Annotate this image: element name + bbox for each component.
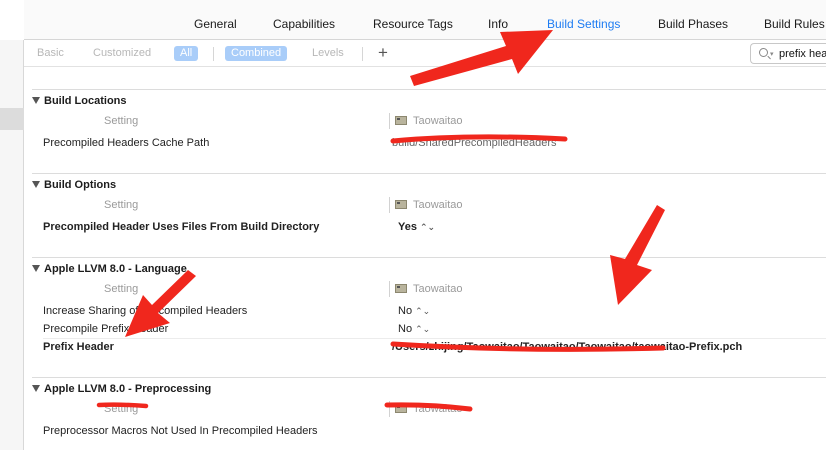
column-divider	[389, 197, 390, 213]
setting-row-value[interactable]: Yes ⌃⌄	[398, 221, 435, 233]
column-divider	[389, 113, 390, 129]
setting-row-value[interactable]: No ⌃⌄	[398, 323, 430, 335]
target-icon	[395, 284, 407, 293]
section-llvm-language[interactable]: Apple LLVM 8.0 - Language	[32, 263, 187, 275]
tab-info[interactable]: Info	[488, 17, 508, 31]
target-column-header: Taowaitao	[395, 403, 463, 415]
setting-row-label[interactable]: Increase Sharing of Precompiled Headers	[43, 305, 247, 317]
chevron-down-icon: ▾	[770, 51, 774, 58]
setting-column-header: Setting	[104, 199, 139, 211]
setting-row-label[interactable]: Preprocessor Macros Not Used In Precompi…	[43, 425, 318, 437]
magnifier-icon	[759, 48, 768, 57]
setting-row-label[interactable]: Precompiled Headers Cache Path	[43, 137, 209, 149]
setting-row-label[interactable]: Precompile Prefix Header	[43, 323, 168, 335]
target-icon	[395, 404, 407, 413]
section-title: Apple LLVM 8.0 - Language	[44, 263, 187, 275]
column-divider	[389, 401, 390, 417]
target-column-header: Taowaitao	[395, 199, 463, 211]
section-title: Build Locations	[44, 95, 127, 107]
column-divider	[389, 281, 390, 297]
tab-resource-tags[interactable]: Resource Tags	[373, 17, 453, 31]
row-divider	[43, 338, 826, 339]
section-title: Build Options	[44, 179, 117, 191]
target-icon	[395, 116, 407, 125]
up-down-stepper-icon[interactable]: ⌃⌄	[415, 324, 430, 334]
up-down-stepper-icon[interactable]: ⌃⌄	[415, 306, 430, 316]
section-title: Apple LLVM 8.0 - Preprocessing	[44, 383, 212, 395]
search-field[interactable]: ▾ prefix hea	[750, 43, 826, 64]
target-column-header: Taowaitao	[395, 115, 463, 127]
combined-button[interactable]: Combined	[225, 46, 288, 61]
section-llvm-preprocessing[interactable]: Apple LLVM 8.0 - Preprocessing	[32, 383, 211, 395]
editor-tab-bar: General Capabilities Resource Tags Info …	[24, 0, 826, 40]
target-icon	[395, 200, 407, 209]
setting-column-header: Setting	[104, 403, 139, 415]
setting-row-label[interactable]: Precompiled Header Uses Files From Build…	[43, 221, 319, 233]
levels-button[interactable]: Levels	[312, 46, 344, 61]
target-name: Taowaitao	[413, 115, 463, 127]
setting-value-text: Yes	[398, 221, 417, 233]
setting-row-value[interactable]: /Users/zhijing/Taowaitao/Taowaitao/Taowa…	[392, 341, 742, 353]
section-build-options[interactable]: Build Options	[32, 179, 116, 191]
setting-column-header: Setting	[104, 283, 139, 295]
navigator-column	[0, 40, 24, 450]
target-name: Taowaitao	[413, 403, 463, 415]
setting-column-header: Setting	[104, 115, 139, 127]
section-divider	[32, 173, 826, 174]
target-name: Taowaitao	[413, 199, 463, 211]
all-button[interactable]: All	[174, 46, 199, 61]
build-settings-list: Build Locations Setting Taowaitao Precom…	[24, 67, 826, 450]
disclosure-triangle-icon[interactable]	[32, 181, 40, 188]
add-setting-button[interactable]: +	[378, 43, 388, 63]
setting-row-value[interactable]: No ⌃⌄	[398, 305, 430, 317]
tab-capabilities[interactable]: Capabilities	[273, 17, 335, 31]
basic-button[interactable]: Basic	[37, 46, 64, 61]
tab-build-settings[interactable]: Build Settings	[547, 17, 620, 31]
search-input-value[interactable]: prefix hea	[779, 48, 826, 60]
setting-value-text: No	[398, 323, 413, 335]
disclosure-triangle-icon[interactable]	[32, 265, 40, 272]
tab-build-rules[interactable]: Build Rules	[764, 17, 825, 31]
tab-general[interactable]: General	[194, 17, 237, 31]
filter-divider	[213, 47, 214, 61]
filter-divider	[362, 47, 363, 61]
disclosure-triangle-icon[interactable]	[32, 97, 40, 104]
disclosure-triangle-icon[interactable]	[32, 385, 40, 392]
settings-filter-bar: Basic Customized All Combined Levels + ▾…	[24, 41, 826, 67]
setting-row-label[interactable]: Prefix Header	[43, 341, 114, 353]
selected-target-row[interactable]	[0, 108, 24, 130]
section-divider	[32, 89, 826, 90]
setting-row-value[interactable]: build/SharedPrecompiledHeaders	[392, 137, 556, 149]
tab-build-phases[interactable]: Build Phases	[658, 17, 728, 31]
target-column-header: Taowaitao	[395, 283, 463, 295]
section-divider	[32, 257, 826, 258]
target-name: Taowaitao	[413, 283, 463, 295]
up-down-stepper-icon[interactable]: ⌃⌄	[420, 222, 435, 232]
setting-value-text: No	[398, 305, 413, 317]
section-divider	[32, 377, 826, 378]
customized-button[interactable]: Customized	[93, 46, 151, 61]
section-build-locations[interactable]: Build Locations	[32, 95, 127, 107]
